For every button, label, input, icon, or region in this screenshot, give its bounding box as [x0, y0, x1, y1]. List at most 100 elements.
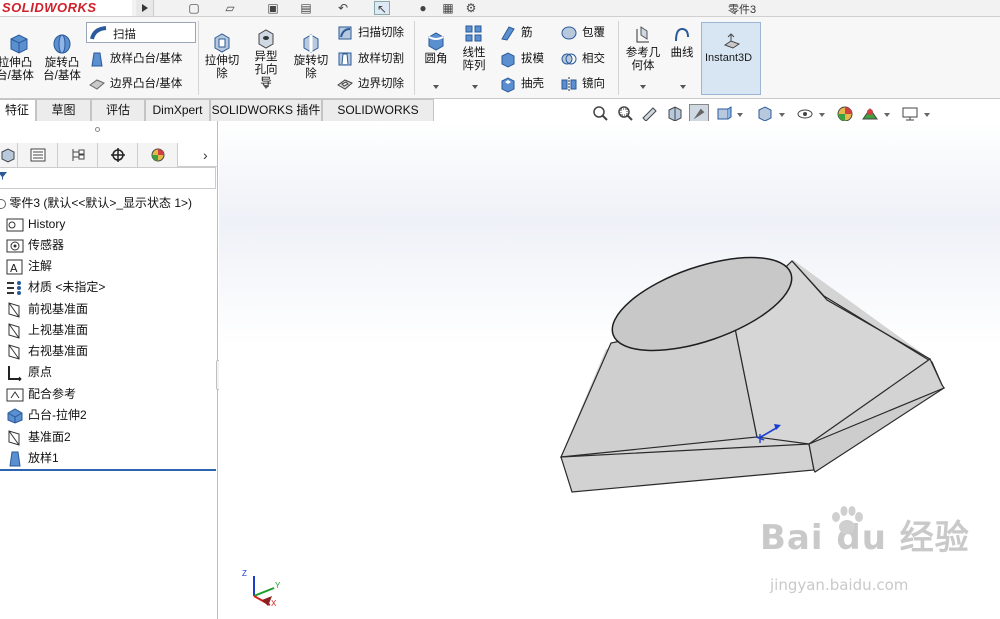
fillet-dropdown-arrow-icon[interactable] [433, 85, 439, 89]
ribbon-separator [414, 21, 415, 95]
undo-icon[interactable]: ↶ [335, 1, 351, 15]
rollback-bar[interactable] [0, 469, 216, 471]
open-icon[interactable]: ▱ [222, 1, 238, 15]
options-gear-icon[interactable]: ⚙ [463, 1, 479, 15]
loft-feature-icon [9, 451, 21, 467]
tree-item-sensors[interactable]: 传感器 [6, 235, 64, 255]
extrude-cut-button[interactable]: 拉伸切除 [203, 31, 241, 81]
extrude-cut-label: 拉伸切除 [204, 55, 240, 80]
rib-icon [501, 26, 515, 41]
command-tabs: 特征 草图 评估 DimXpert SOLIDWORKS 插件 SOLIDWOR… [0, 99, 440, 138]
tree-item-label: 材质 <未指定> [28, 280, 106, 294]
tab-dimxpert[interactable]: DimXpert [145, 99, 210, 121]
tab-sketch[interactable]: 草图 [36, 99, 91, 121]
lofted-cut-icon [338, 52, 352, 66]
loft-boss-button[interactable]: 放样凸台/基体 [88, 49, 182, 69]
swept-cut-button[interactable]: 扫描切除 [336, 23, 404, 43]
tree-item-boss-extrude2[interactable]: 凸台-拉伸2 [6, 405, 87, 425]
tree-item-right-plane[interactable]: 右视基准面 [6, 341, 88, 361]
tree-item-plane2[interactable]: 基准面2 [6, 427, 71, 447]
linear-pattern-button[interactable]: 线性阵列 [455, 23, 493, 73]
extrude-boss-button[interactable]: 拉伸凸台/基体 [0, 31, 38, 83]
tree-item-mate-references[interactable]: 配合参考 [6, 384, 76, 404]
view-settings-dropdown-arrow-icon[interactable] [924, 113, 930, 117]
intersect-button[interactable]: 相交 [560, 49, 605, 69]
loft-boss-icon [91, 52, 103, 67]
filter-funnel-icon[interactable] [0, 171, 8, 181]
rib-button[interactable]: 筋 [499, 23, 533, 43]
triad-z-label: Z [242, 569, 247, 578]
tree-item-annotations[interactable]: A 注解 [6, 256, 52, 276]
fillet-icon [428, 32, 444, 51]
app-logo: SOLIDWORKS [0, 0, 132, 16]
curves-dropdown-arrow-icon[interactable] [680, 85, 686, 89]
triad-y-label: Y [275, 581, 281, 590]
save-icon[interactable]: ▣ [265, 1, 281, 15]
draft-button[interactable]: 拔模 [499, 49, 544, 69]
wrap-button[interactable]: 包覆 [560, 23, 605, 43]
print-icon[interactable]: ▤ [298, 1, 314, 15]
sensors-icon [6, 239, 24, 253]
hide-show-dropdown-arrow-icon[interactable] [819, 113, 825, 117]
tree-item-label: 凸台-拉伸2 [28, 408, 87, 422]
curves-button[interactable]: 曲线 [667, 25, 697, 60]
rebuild-icon[interactable]: ● [415, 1, 431, 15]
reference-geometry-button[interactable]: 参考几何体 [622, 25, 664, 73]
feature-manager-tab[interactable] [0, 143, 18, 167]
hole-wizard-button[interactable]: 异型孔向导 [245, 27, 287, 90]
menu-expand-arrow-icon[interactable] [136, 0, 154, 16]
draft-label: 拔模 [521, 53, 544, 65]
tree-item-history[interactable]: History [6, 214, 65, 234]
panel-handle-icon[interactable] [95, 127, 100, 132]
curves-icon [675, 27, 689, 42]
tree-filter-row[interactable] [0, 167, 216, 189]
ribbon-separator [198, 21, 199, 95]
view-orientation-dropdown-arrow-icon[interactable] [737, 113, 743, 117]
revolve-boss-button[interactable]: 旋转凸台/基体 [40, 31, 84, 83]
shell-label: 抽壳 [521, 78, 544, 90]
tree-item-loft1[interactable]: 放样1 [6, 448, 59, 468]
hole-wizard-icon [258, 29, 274, 49]
display-manager-tab[interactable] [138, 143, 178, 167]
tab-addins[interactable]: SOLIDWORKS 插件 [210, 99, 322, 121]
apply-scene-dropdown-arrow-icon[interactable] [884, 113, 890, 117]
configuration-manager-icon [72, 149, 85, 161]
fillet-button[interactable]: 圆角 [420, 29, 452, 66]
tree-item-origin[interactable]: 原点 [6, 362, 52, 382]
material-icon [7, 280, 21, 295]
linear-pattern-dropdown-arrow-icon[interactable] [472, 85, 478, 89]
new-document-icon[interactable]: ▢ [186, 1, 202, 15]
boundary-cut-button[interactable]: 边界切除 [336, 74, 404, 94]
hole-wizard-dropdown-arrow-icon[interactable] [263, 85, 269, 89]
instant3d-button[interactable]: Instant3D [701, 22, 761, 95]
display-style-dropdown-arrow-icon[interactable] [779, 113, 785, 117]
tree-root-part[interactable]: 零件3 (默认<<默认>_显示状态 1>) [0, 194, 192, 211]
title-bar: SOLIDWORKS ▢ ▱ ▣ ▤ ↶ ↖ ● ▦ ⚙ 零件3 [0, 0, 1000, 17]
instant3d-icon [723, 33, 741, 49]
origin-icon [8, 365, 22, 381]
tree-item-label: 注解 [28, 259, 53, 273]
boundary-boss-icon [89, 79, 105, 90]
tab-evaluate[interactable]: 评估 [91, 99, 145, 121]
dimxpert-manager-tab[interactable] [98, 143, 138, 167]
tab-mbd[interactable]: SOLIDWORKS MBD [322, 99, 434, 138]
extrude-cut-icon [214, 33, 230, 53]
file-properties-icon[interactable]: ▦ [440, 1, 456, 15]
mirror-button[interactable]: 镜向 [560, 74, 605, 94]
sweep-button[interactable]: 扫描 [86, 22, 196, 43]
revolve-cut-button[interactable]: 旋转切除 [290, 31, 332, 81]
reference-geometry-dropdown-arrow-icon[interactable] [640, 85, 646, 89]
select-icon[interactable]: ↖ [374, 1, 390, 16]
tree-item-front-plane[interactable]: 前视基准面 [6, 299, 88, 319]
configuration-manager-tab[interactable] [58, 143, 98, 167]
boundary-boss-button[interactable]: 边界凸台/基体 [88, 74, 182, 94]
tab-features[interactable]: 特征 [0, 99, 36, 121]
intersect-label: 相交 [582, 53, 605, 65]
tree-item-label: 基准面2 [28, 430, 71, 444]
lofted-cut-button[interactable]: 放样切割 [336, 49, 404, 69]
property-manager-tab[interactable] [18, 143, 58, 167]
tabs-scroll-right-icon[interactable]: › [203, 147, 208, 163]
shell-button[interactable]: 抽壳 [499, 74, 544, 94]
tree-item-material[interactable]: 材质 <未指定> [6, 277, 105, 297]
tree-item-top-plane[interactable]: 上视基准面 [6, 320, 88, 340]
